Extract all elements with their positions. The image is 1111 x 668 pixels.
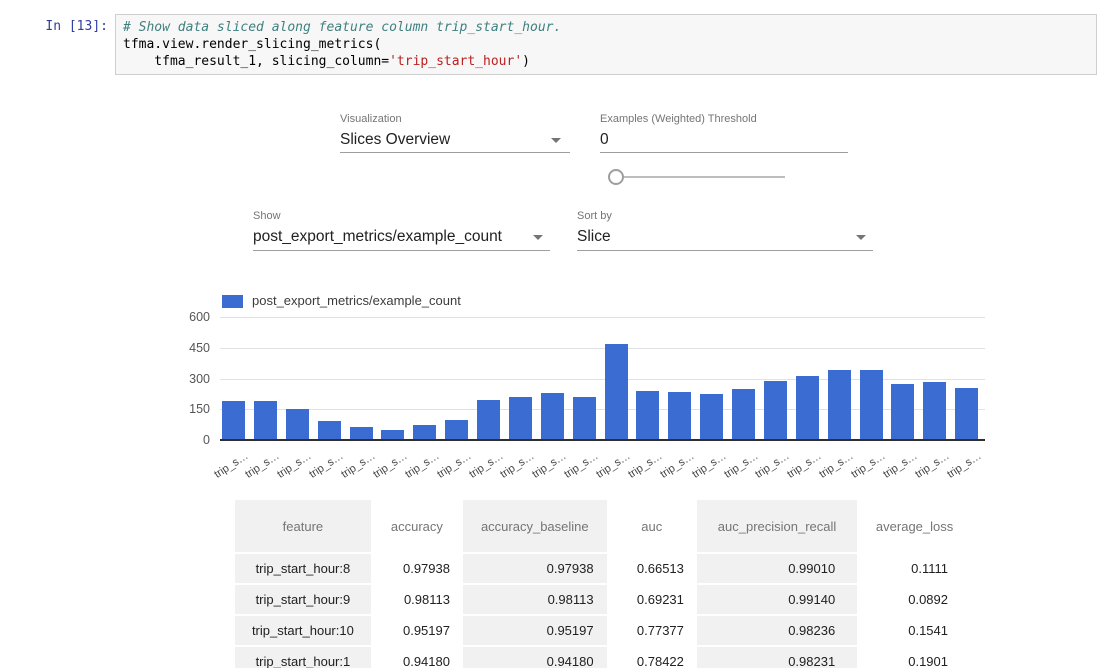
metric-cell: 0.95197 [371, 615, 463, 646]
feature-cell: trip_start_hour:10 [235, 615, 371, 646]
bar[interactable] [509, 397, 532, 439]
threshold-label: Examples (Weighted) Threshold [600, 113, 757, 125]
metric-cell: 0.78422 [607, 646, 697, 668]
column-header[interactable]: average_loss [857, 500, 972, 553]
y-axis-tick: 150 [150, 401, 210, 417]
cell-prompt: In [13]: [10, 19, 108, 34]
feature-cell: trip_start_hour:9 [235, 584, 371, 615]
code-comment: # Show data sliced along feature column … [123, 20, 561, 35]
threshold-slider-handle[interactable] [608, 169, 624, 185]
metric-cell: 0.1901 [857, 646, 972, 668]
sort-by-select[interactable]: Slice [577, 228, 611, 246]
column-header[interactable]: auc [607, 500, 697, 553]
chevron-down-icon[interactable] [533, 235, 543, 240]
bar[interactable] [828, 370, 851, 439]
bar[interactable] [860, 370, 883, 439]
bar[interactable] [541, 393, 564, 439]
metric-cell: 0.77377 [607, 615, 697, 646]
metric-cell: 0.1541 [857, 615, 972, 646]
bar[interactable] [923, 382, 946, 439]
metric-cell: 0.95197 [463, 615, 607, 646]
threshold-input[interactable]: 0 [600, 131, 609, 149]
chart-x-labels: trip_s…trip_s…trip_s…trip_s…trip_s…trip_… [220, 446, 1010, 480]
bar[interactable] [605, 344, 628, 439]
bar[interactable] [700, 394, 723, 439]
bar[interactable] [636, 391, 659, 439]
y-axis-tick: 600 [150, 309, 210, 325]
y-axis-tick: 300 [150, 371, 210, 387]
table-row[interactable]: trip_start_hour:100.951970.951970.773770… [235, 615, 972, 646]
column-header[interactable]: feature [235, 500, 371, 553]
table-row[interactable]: trip_start_hour:90.981130.981130.692310.… [235, 584, 972, 615]
bar[interactable] [381, 430, 404, 439]
visualization-underline [340, 152, 570, 153]
chart-y-axis: 0 150 300 450 600 [150, 309, 210, 449]
metric-cell: 0.98113 [371, 584, 463, 615]
code-line2: tfma.view.render_slicing_metrics( [123, 37, 381, 52]
sort-by-underline [577, 250, 873, 251]
feature-cell: trip_start_hour:1 [235, 646, 371, 668]
metric-cell: 0.94180 [371, 646, 463, 668]
show-select[interactable]: post_export_metrics/example_count [253, 228, 502, 246]
chevron-down-icon[interactable] [551, 138, 561, 143]
code-line3: tfma_result_1, slicing_column='trip_star… [123, 54, 530, 69]
y-axis-tick: 0 [150, 432, 210, 448]
metric-cell: 0.94180 [463, 646, 607, 668]
notebook-page: In [13]: # Show data sliced along featur… [0, 0, 1111, 668]
table-header-row: featureaccuracyaccuracy_baselineaucauc_p… [235, 500, 972, 553]
legend-label: post_export_metrics/example_count [252, 293, 461, 308]
threshold-slider-track[interactable] [616, 176, 785, 178]
metric-cell: 0.99140 [697, 584, 857, 615]
column-header[interactable]: accuracy [371, 500, 463, 553]
bar[interactable] [573, 397, 596, 439]
metrics-table: featureaccuracyaccuracy_baselineaucauc_p… [235, 500, 972, 668]
metric-cell: 0.98236 [697, 615, 857, 646]
y-axis-tick: 450 [150, 340, 210, 356]
bar[interactable] [764, 381, 787, 439]
metric-cell: 0.1111 [857, 553, 972, 584]
bar[interactable] [445, 420, 468, 439]
show-underline [253, 250, 550, 251]
bar[interactable] [891, 384, 914, 439]
bar[interactable] [477, 400, 500, 439]
gridline [220, 348, 985, 349]
chart-plot [220, 317, 985, 440]
sort-by-label: Sort by [577, 210, 612, 222]
legend-swatch [222, 295, 243, 308]
show-label: Show [253, 210, 281, 222]
table-body: trip_start_hour:80.979380.979380.665130.… [235, 553, 972, 668]
column-header[interactable]: auc_precision_recall [697, 500, 857, 553]
threshold-underline [600, 152, 848, 153]
bar[interactable] [350, 427, 373, 439]
feature-cell: trip_start_hour:8 [235, 553, 371, 584]
metric-cell: 0.97938 [463, 553, 607, 584]
bar[interactable] [732, 389, 755, 439]
visualization-label: Visualization [340, 113, 402, 125]
bar[interactable] [318, 421, 341, 439]
column-header[interactable]: accuracy_baseline [463, 500, 607, 553]
metric-cell: 0.0892 [857, 584, 972, 615]
bar[interactable] [796, 376, 819, 439]
metric-cell: 0.99010 [697, 553, 857, 584]
metric-cell: 0.66513 [607, 553, 697, 584]
code-cell[interactable]: # Show data sliced along feature column … [115, 14, 1097, 75]
visualization-select[interactable]: Slices Overview [340, 131, 450, 149]
bar[interactable] [955, 388, 978, 439]
chevron-down-icon[interactable] [856, 235, 866, 240]
metric-cell: 0.97938 [371, 553, 463, 584]
metric-cell: 0.98231 [697, 646, 857, 668]
code-string: 'trip_start_hour' [389, 54, 522, 69]
chart-baseline [220, 439, 985, 441]
bar[interactable] [222, 401, 245, 439]
bar[interactable] [254, 401, 277, 439]
metric-cell: 0.69231 [607, 584, 697, 615]
bar[interactable] [286, 409, 309, 439]
table-row[interactable]: trip_start_hour:80.979380.979380.665130.… [235, 553, 972, 584]
gridline [220, 317, 985, 318]
metric-cell: 0.98113 [463, 584, 607, 615]
table-row[interactable]: trip_start_hour:10.941800.941800.784220.… [235, 646, 972, 668]
code-text: # Show data sliced along feature column … [123, 19, 1089, 70]
bar[interactable] [413, 425, 436, 439]
bar[interactable] [668, 392, 691, 439]
